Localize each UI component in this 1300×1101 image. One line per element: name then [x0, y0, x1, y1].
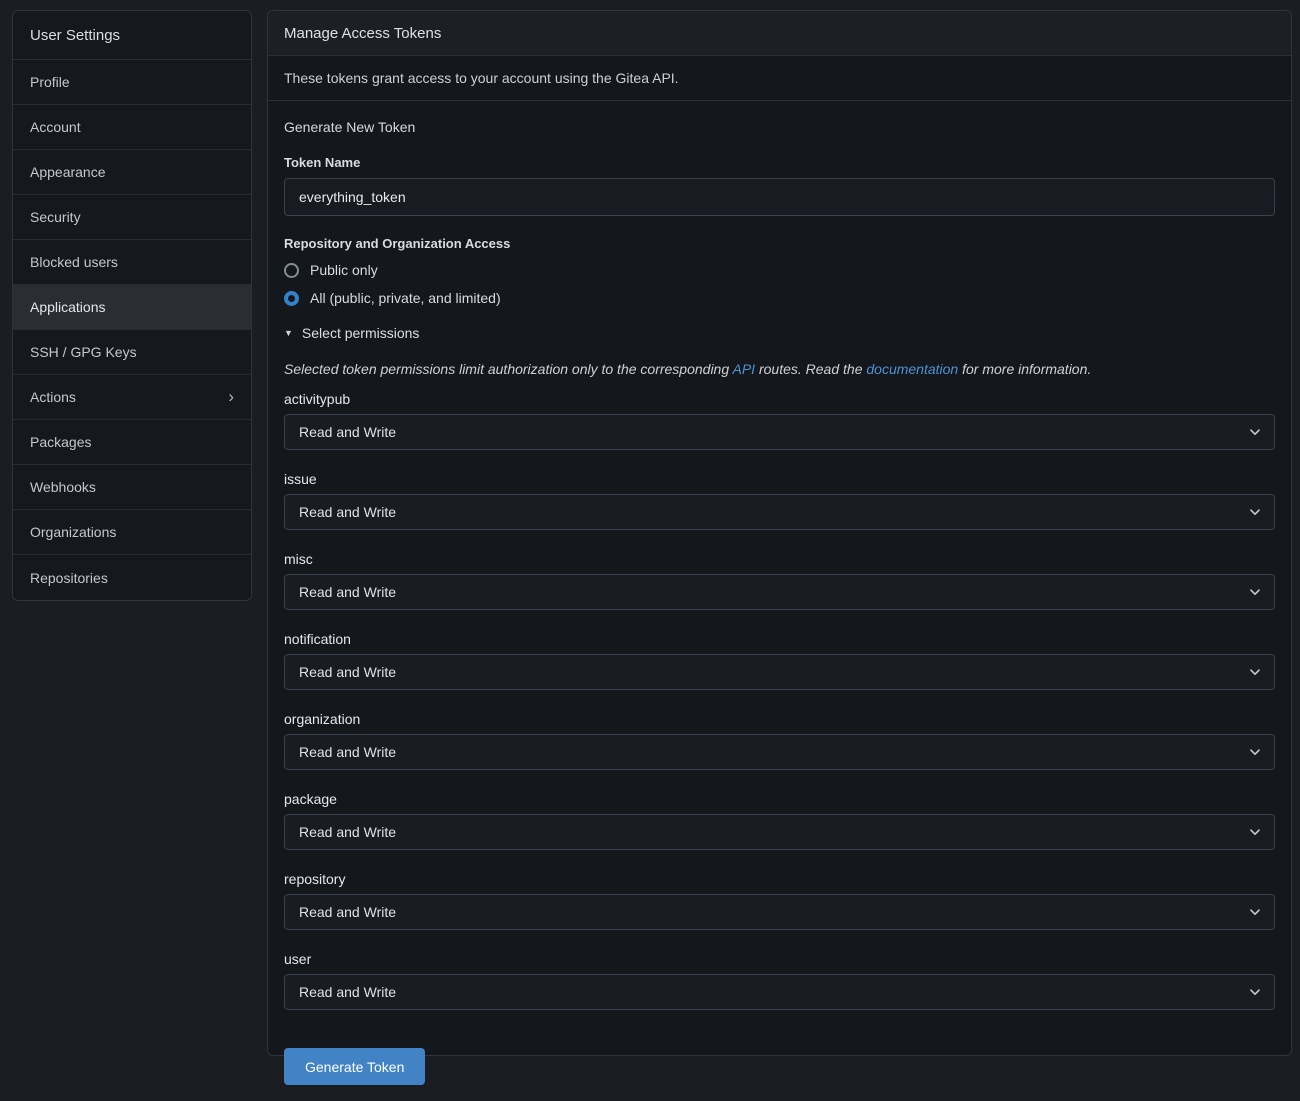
scope-name-label: user: [284, 951, 1275, 967]
sidebar-item-label: Blocked users: [30, 254, 118, 270]
manage-access-tokens-panel: Manage Access Tokens These tokens grant …: [267, 10, 1292, 1056]
chevron-right-icon: ›: [228, 388, 234, 405]
scope-name-label: notification: [284, 631, 1275, 647]
sidebar-item[interactable]: Repositories ›: [13, 555, 251, 600]
sidebar-item[interactable]: Security ›: [13, 195, 251, 240]
sidebar-title: User Settings: [13, 11, 251, 60]
note-text: routes. Read the: [755, 361, 866, 377]
sidebar-item[interactable]: Webhooks ›: [13, 465, 251, 510]
documentation-link[interactable]: documentation: [866, 361, 958, 377]
api-link[interactable]: API: [733, 361, 756, 377]
permission-scope-field: issue Read and Write: [284, 471, 1275, 530]
scope-select-wrap: Read and Write: [284, 974, 1275, 1010]
scope-permission-select[interactable]: Read and Write: [284, 574, 1275, 610]
sidebar-item-label: Profile: [30, 74, 70, 90]
sidebar-item[interactable]: Organizations ›: [13, 510, 251, 555]
sidebar-item-label: Repositories: [30, 570, 108, 586]
scope-name-label: activitypub: [284, 391, 1275, 407]
permission-scope-field: misc Read and Write: [284, 551, 1275, 610]
access-scope-label: Repository and Organization Access: [284, 236, 1275, 251]
scope-permission-select[interactable]: Read and Write: [284, 974, 1275, 1010]
scope-select-wrap: Read and Write: [284, 574, 1275, 610]
token-name-input[interactable]: [284, 178, 1275, 216]
generate-token-button[interactable]: Generate Token: [284, 1048, 425, 1085]
user-settings-sidebar: User Settings Profile › Account › Appear…: [12, 10, 252, 601]
select-permissions-label: Select permissions: [302, 325, 420, 341]
sidebar-item[interactable]: Packages ›: [13, 420, 251, 465]
sidebar-item-label: Security: [30, 209, 81, 225]
scope-name-label: repository: [284, 871, 1275, 887]
permissions-note: Selected token permissions limit authori…: [284, 361, 1275, 377]
sidebar-item[interactable]: Blocked users ›: [13, 240, 251, 285]
permission-scope-field: notification Read and Write: [284, 631, 1275, 690]
scope-permission-select[interactable]: Read and Write: [284, 494, 1275, 530]
permission-scope-field: repository Read and Write: [284, 871, 1275, 930]
scope-select-wrap: Read and Write: [284, 654, 1275, 690]
scope-select-wrap: Read and Write: [284, 734, 1275, 770]
scope-name-label: package: [284, 791, 1275, 807]
sidebar-item-label: Appearance: [30, 164, 106, 180]
sidebar-item[interactable]: Account ›: [13, 105, 251, 150]
scope-permission-select[interactable]: Read and Write: [284, 894, 1275, 930]
sidebar-item-label: Applications: [30, 299, 106, 315]
sidebar-menu: Profile › Account › Appearance › Securit…: [13, 60, 251, 600]
access-radio-label: All (public, private, and limited): [310, 290, 501, 306]
access-radio-option[interactable]: Public only: [284, 262, 378, 278]
permission-scope-field: activitypub Read and Write: [284, 391, 1275, 450]
permission-scope-field: package Read and Write: [284, 791, 1275, 850]
scope-permission-select[interactable]: Read and Write: [284, 654, 1275, 690]
access-radio-group: Public only All (public, private, and li…: [284, 262, 1275, 306]
triangle-down-icon: ▼: [284, 329, 293, 338]
token-name-label: Token Name: [284, 155, 1275, 170]
sidebar-item-label: Webhooks: [30, 479, 96, 495]
scope-select-wrap: Read and Write: [284, 494, 1275, 530]
scope-permission-select[interactable]: Read and Write: [284, 734, 1275, 770]
sidebar-item-label: SSH / GPG Keys: [30, 344, 137, 360]
sidebar-item[interactable]: Actions ›: [13, 375, 251, 420]
scope-select-wrap: Read and Write: [284, 894, 1275, 930]
scope-permission-select[interactable]: Read and Write: [284, 414, 1275, 450]
radio-button-icon: [284, 263, 299, 278]
sidebar-item[interactable]: Applications ›: [13, 285, 251, 330]
permission-scopes-list: activitypub Read and Write iss: [284, 391, 1275, 1010]
scope-select-wrap: Read and Write: [284, 814, 1275, 850]
sidebar-item[interactable]: Profile ›: [13, 60, 251, 105]
generate-new-token-title: Generate New Token: [284, 119, 1275, 135]
sidebar-item-label: Account: [30, 119, 81, 135]
note-text: for more information.: [958, 361, 1091, 377]
select-permissions-toggle[interactable]: ▼ Select permissions: [284, 325, 419, 341]
sidebar-item[interactable]: Appearance ›: [13, 150, 251, 195]
tokens-description: These tokens grant access to your accoun…: [268, 56, 1291, 101]
scope-permission-select[interactable]: Read and Write: [284, 814, 1275, 850]
permission-scope-field: organization Read and Write: [284, 711, 1275, 770]
page-title: Manage Access Tokens: [284, 25, 441, 42]
generate-token-form: Generate New Token Token Name Repository…: [268, 101, 1291, 1101]
scope-select-wrap: Read and Write: [284, 414, 1275, 450]
sidebar-item[interactable]: SSH / GPG Keys ›: [13, 330, 251, 375]
scope-name-label: issue: [284, 471, 1275, 487]
scope-name-label: organization: [284, 711, 1275, 727]
scope-name-label: misc: [284, 551, 1275, 567]
panel-header: Manage Access Tokens: [268, 11, 1291, 56]
radio-button-icon: [284, 291, 299, 306]
sidebar-item-label: Actions: [30, 389, 76, 405]
permission-scope-field: user Read and Write: [284, 951, 1275, 1010]
sidebar-item-label: Packages: [30, 434, 91, 450]
note-text: Selected token permissions limit authori…: [284, 361, 733, 377]
access-radio-label: Public only: [310, 262, 378, 278]
access-radio-option[interactable]: All (public, private, and limited): [284, 290, 501, 306]
sidebar-item-label: Organizations: [30, 524, 116, 540]
